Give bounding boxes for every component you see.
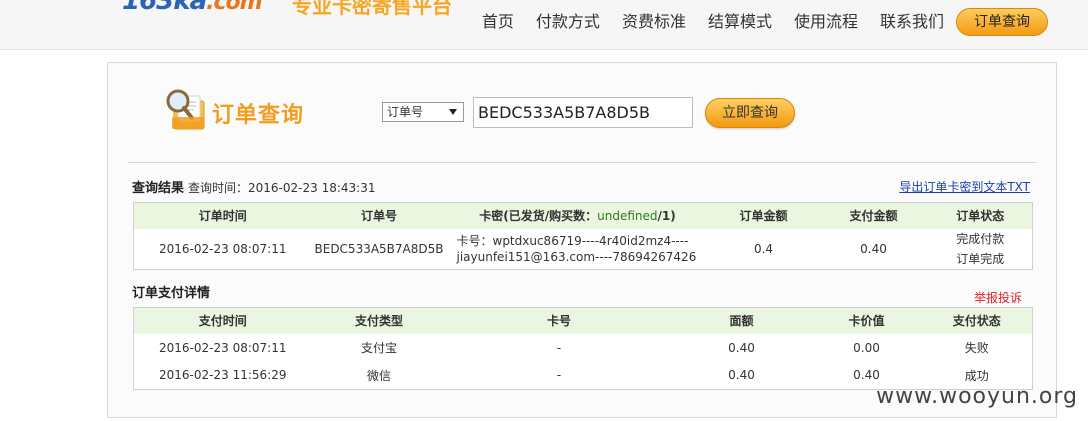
watermark: www.wooyun.org xyxy=(876,384,1078,409)
card-secret-line1: 卡号：wptdxuc86719----4r40id2mz4---- xyxy=(456,233,689,248)
nav-item-settlement[interactable]: 结算模式 xyxy=(708,10,772,34)
card-no: - xyxy=(556,368,562,383)
order-status-payment: 完成付款 xyxy=(956,231,1005,246)
nav-order-query-button[interactable]: 订单查询 xyxy=(956,8,1048,36)
col-card-no: 卡号 xyxy=(446,307,672,334)
card-value: 0.00 xyxy=(853,340,880,355)
pay-type: 支付宝 xyxy=(360,341,397,355)
col-order-time: 订单时间 xyxy=(133,202,312,229)
magnifier-folder-icon xyxy=(166,89,205,130)
card-secret-line2: jiayunfei151@163.com----78694267426 xyxy=(456,249,697,264)
main-nav: 首页 付款方式 资费标准 结算模式 使用流程 联系我们 订单查询 xyxy=(460,8,1048,36)
order-no: BEDC533A5B7A8D5B xyxy=(314,241,444,256)
order-status-complete: 订单完成 xyxy=(956,251,1005,266)
order-query-title: 订单查询 xyxy=(212,103,305,128)
face-value: 0.40 xyxy=(728,340,755,355)
site-header: 163ka.com 专业卡密寄售平台 首页 付款方式 资费标准 结算模式 使用流… xyxy=(0,0,1088,50)
query-type-select[interactable]: 订单号 xyxy=(382,102,464,122)
nav-item-fees[interactable]: 资费标准 xyxy=(622,10,686,34)
paid-amount: 0.40 xyxy=(860,241,887,256)
query-result-header: 查询结果 查询时间：2016-02-23 18:43:31 xyxy=(132,177,375,196)
pay-time: 2016-02-23 11:56:29 xyxy=(159,368,287,383)
query-time: 查询时间：2016-02-23 18:43:31 xyxy=(188,181,376,195)
table-row: 2016-02-23 08:07:11 BEDC533A5B7A8D5B 卡号：… xyxy=(134,229,1033,270)
nav-item-contact[interactable]: 联系我们 xyxy=(880,10,944,34)
report-complaint-link[interactable]: 举报投诉 xyxy=(974,289,1022,306)
payment-table-header: 支付时间 支付类型 卡号 面额 卡价值 支付状态 xyxy=(133,307,1033,334)
col-order-no: 订单号 xyxy=(311,202,447,229)
logo-main-text: 163ka.com xyxy=(122,0,262,16)
nav-item-home[interactable]: 首页 xyxy=(482,10,514,34)
card-secret: 卡号：wptdxuc86719----4r40id2mz4---- jiayun… xyxy=(447,229,709,270)
payment-detail-label: 订单支付详情 xyxy=(132,286,211,301)
order-query-panel: 订单查询 订单号 BEDC533A5B7A8D5B 立即查询 查询结果 查询时间：… xyxy=(107,62,1057,418)
col-paid-amount: 支付金额 xyxy=(818,202,929,229)
table-row: 2016-02-23 08:07:11 支付宝 - 0.40 0.00 失败 xyxy=(134,334,1033,362)
col-card-value: 卡价值 xyxy=(811,307,922,334)
order-table-header: 订单时间 订单号 卡密(已发货/购买数：undefined/1) 订单金额 支付… xyxy=(133,202,1033,229)
section-divider xyxy=(128,162,1036,163)
order-status: 完成付款 订单完成 xyxy=(929,229,1033,270)
order-time: 2016-02-23 08:07:11 xyxy=(159,241,287,256)
pay-type: 微信 xyxy=(366,368,391,383)
query-type-value: 订单号 xyxy=(387,105,424,119)
col-face-value: 面额 xyxy=(671,307,812,334)
order-table: 订单时间 订单号 卡密(已发货/购买数：undefined/1) 订单金额 支付… xyxy=(133,202,1033,270)
nav-item-process[interactable]: 使用流程 xyxy=(794,10,858,34)
site-logo[interactable]: 163ka.com xyxy=(122,0,262,16)
query-now-button[interactable]: 立即查询 xyxy=(705,98,795,128)
pay-time: 2016-02-23 08:07:11 xyxy=(159,340,287,355)
col-pay-time: 支付时间 xyxy=(133,307,312,334)
export-txt-link[interactable]: 导出订单卡密到文本TXT xyxy=(899,178,1030,195)
order-amount: 0.4 xyxy=(753,241,774,256)
query-result-label: 查询结果 xyxy=(132,181,185,196)
nav-item-payment-methods[interactable]: 付款方式 xyxy=(536,10,600,34)
dropdown-arrow-icon xyxy=(449,109,457,115)
col-card-secret: 卡密(已发货/购买数：undefined/1) xyxy=(446,202,709,229)
face-value: 0.40 xyxy=(728,368,755,383)
logo-slogan: 专业卡密寄售平台 xyxy=(292,0,452,18)
card-no: - xyxy=(556,340,562,355)
col-order-status: 订单状态 xyxy=(928,202,1033,229)
col-pay-status: 支付状态 xyxy=(921,307,1033,334)
pay-status: 失败 xyxy=(964,341,989,355)
payment-table: 支付时间 支付类型 卡号 面额 卡价值 支付状态 2016-02-23 08:0… xyxy=(133,307,1033,390)
search-area: 订单查询 订单号 BEDC533A5B7A8D5B 立即查询 xyxy=(108,63,1058,163)
col-pay-type: 支付类型 xyxy=(311,307,447,334)
col-order-amount: 订单金额 xyxy=(708,202,819,229)
order-number-input[interactable]: BEDC533A5B7A8D5B xyxy=(473,97,693,128)
